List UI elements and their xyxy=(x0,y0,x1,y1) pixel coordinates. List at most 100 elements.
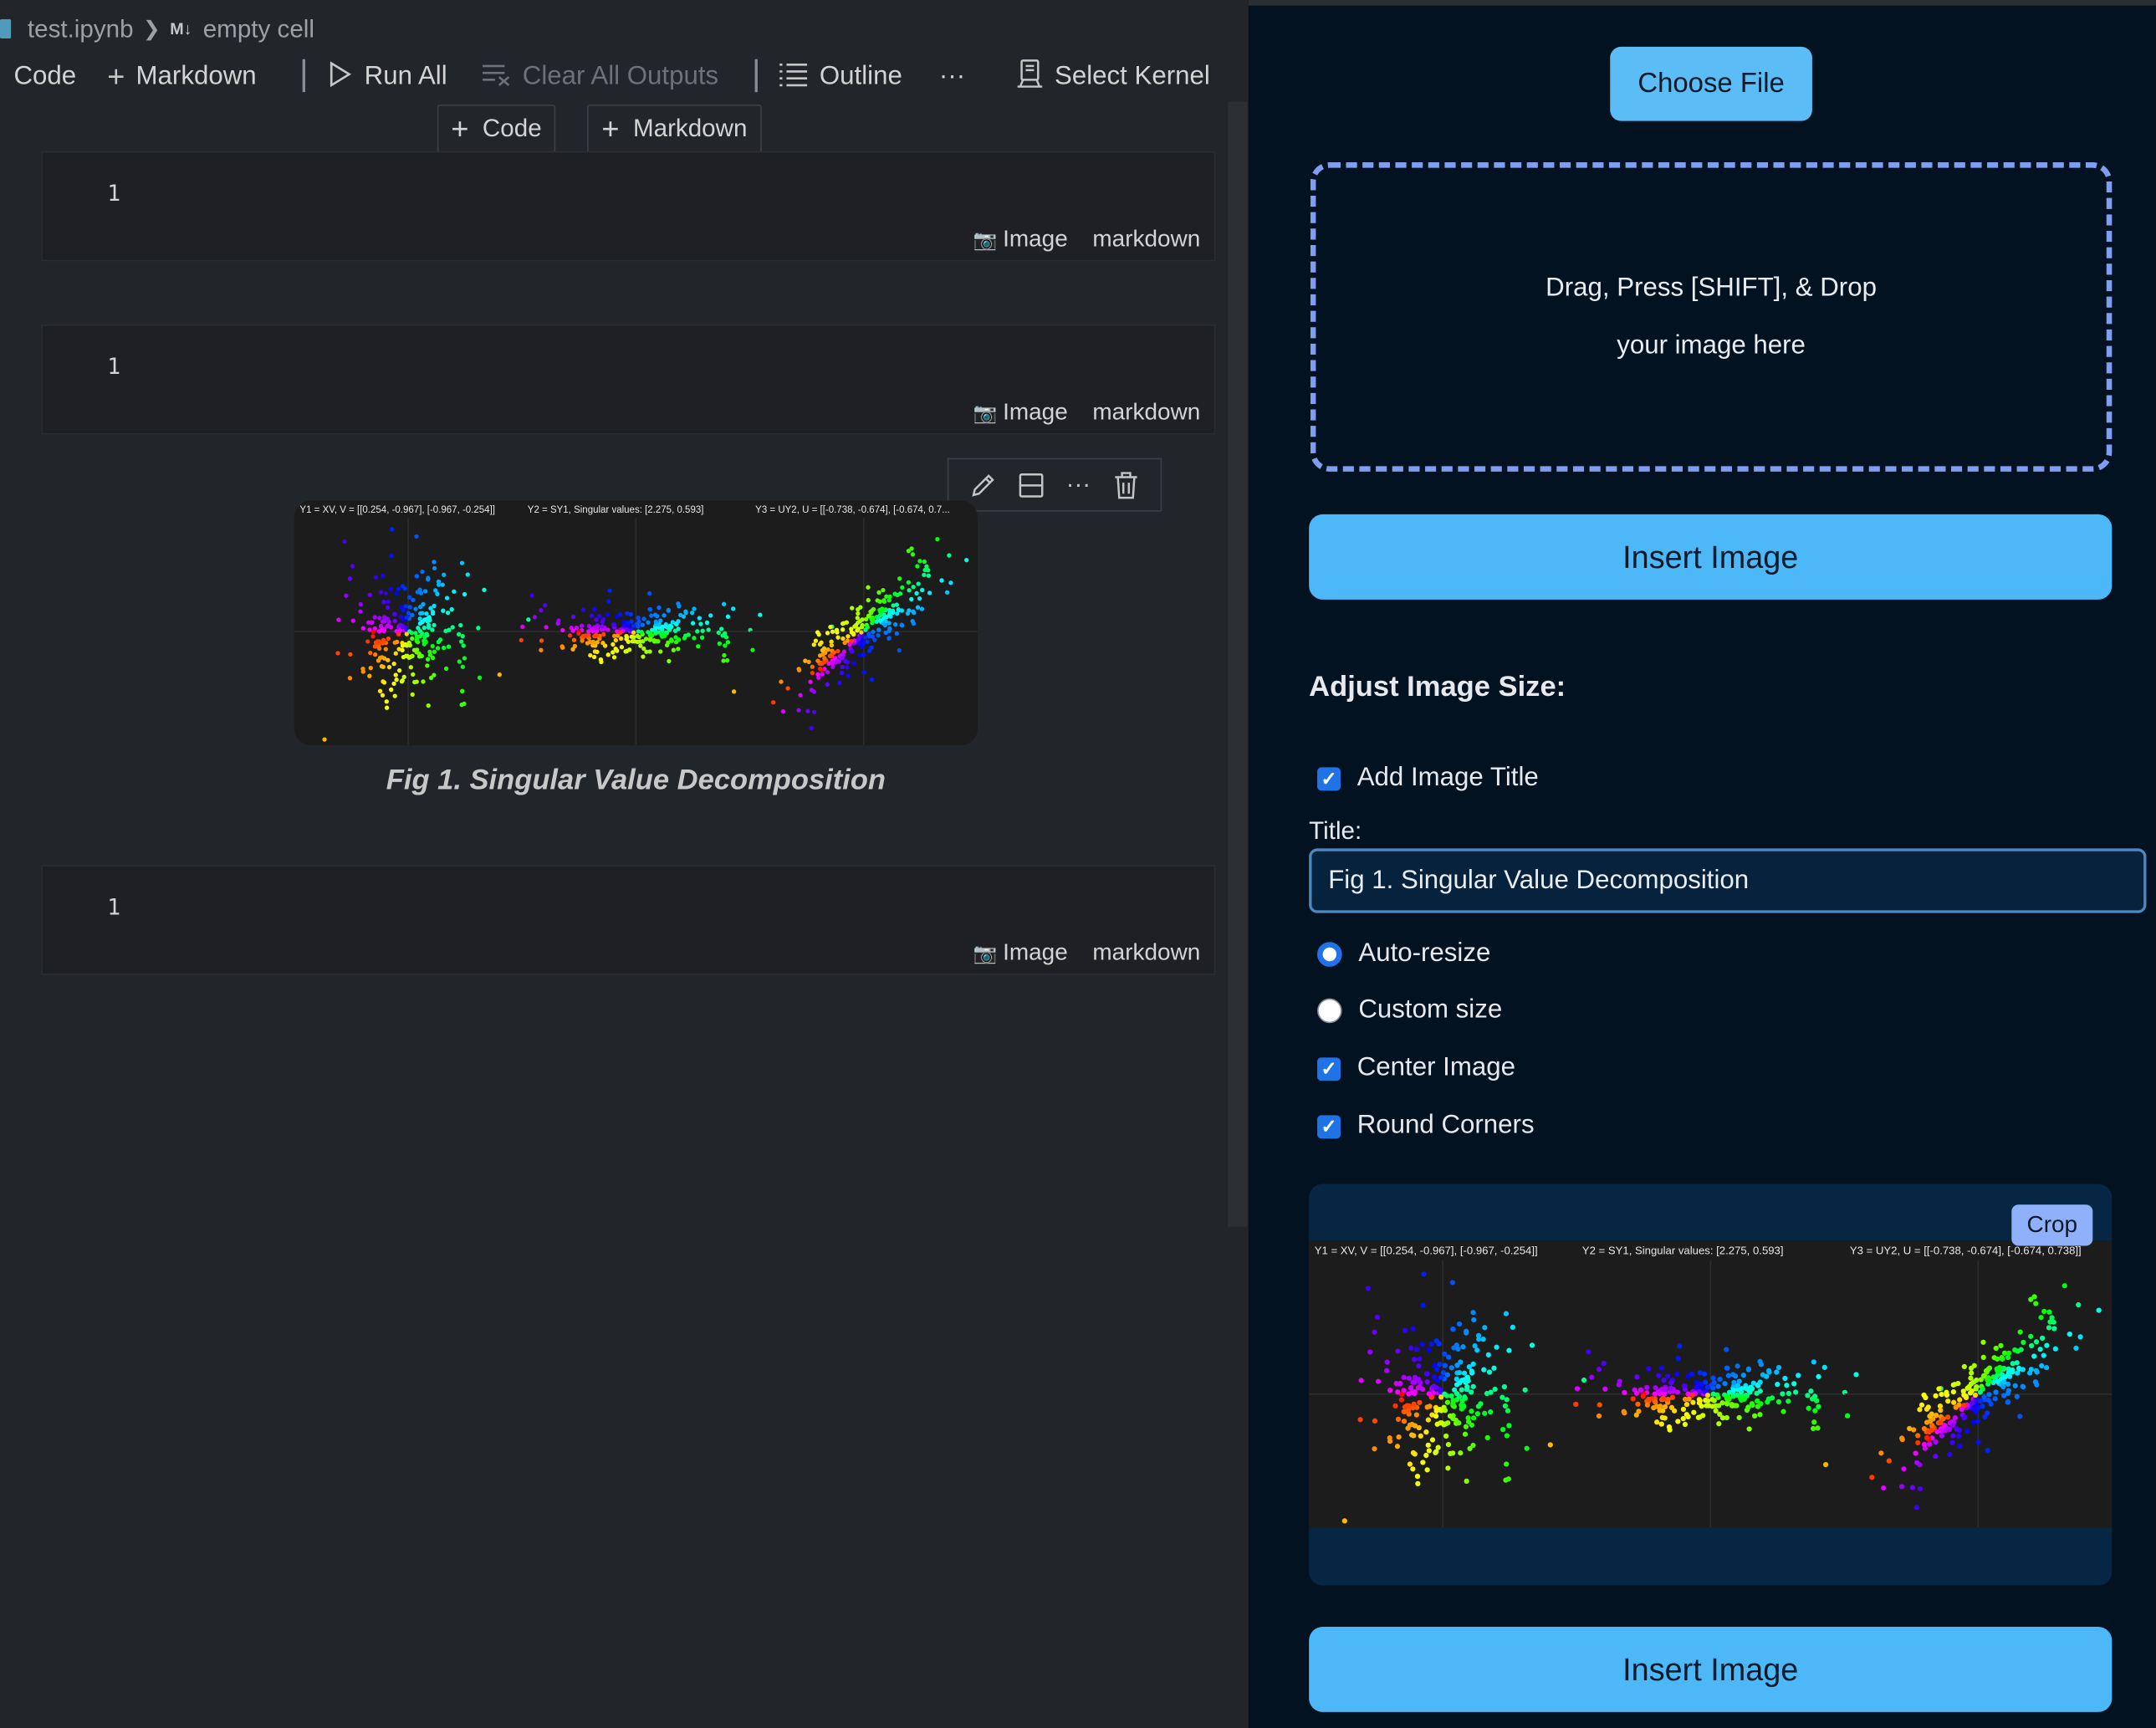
add-markdown-label: Markdown xyxy=(135,61,257,91)
scatter-point xyxy=(1815,1425,1821,1431)
custom-size-option[interactable]: Custom size xyxy=(1317,995,1502,1025)
radio-unselected-icon[interactable] xyxy=(1317,998,1342,1024)
cell-status-bar: 📷 Image markdown xyxy=(973,399,1200,427)
scatter-point xyxy=(423,639,428,644)
run-all-label: Run All xyxy=(364,61,447,91)
scatter-point xyxy=(820,647,825,653)
scatter-point xyxy=(392,618,397,624)
scatter-point xyxy=(2005,1388,2011,1393)
breadcrumb-cell[interactable]: empty cell xyxy=(203,14,314,43)
scatter-point xyxy=(1503,1311,1510,1316)
trash-icon[interactable] xyxy=(1109,468,1142,501)
scatter-point xyxy=(595,625,600,630)
image-dropzone[interactable]: Drag, Press [SHIFT], & Drop your image h… xyxy=(1310,162,2113,472)
scatter-point xyxy=(1640,1393,1646,1399)
run-all-button[interactable]: Run All xyxy=(326,60,447,93)
scatter-point xyxy=(708,613,713,618)
auto-resize-option[interactable]: Auto-resize xyxy=(1317,939,1490,969)
scatter-point xyxy=(1430,1390,1437,1396)
insert-image-button[interactable]: Insert Image xyxy=(1309,514,2113,600)
image-button[interactable]: 📷 Image xyxy=(973,939,1068,967)
scatter-point xyxy=(820,661,825,667)
breadcrumb-file[interactable]: test.ipynb xyxy=(28,14,134,43)
markdown-cell[interactable]: 1 📷 Image markdown xyxy=(41,865,1216,975)
scatter-point xyxy=(1995,1378,2000,1384)
scatter-point xyxy=(360,666,365,672)
insert-code-cell-button[interactable]: + Code xyxy=(437,104,556,153)
scatter-point xyxy=(1933,1439,1939,1445)
scatter-point xyxy=(1717,1377,1723,1383)
scatter-point xyxy=(1736,1414,1742,1421)
radio-selected-icon[interactable] xyxy=(1317,942,1342,967)
scatter-point xyxy=(1444,1372,1451,1378)
scatter-point xyxy=(1961,1363,1967,1370)
insert-markdown-cell-button[interactable]: + Markdown xyxy=(587,104,762,153)
checkbox-checked-icon[interactable]: ✓ xyxy=(1317,1056,1341,1081)
scatter-point xyxy=(611,650,616,655)
scatter-point xyxy=(796,667,802,672)
scatter-point xyxy=(697,616,702,621)
scatter-point xyxy=(1689,1371,1695,1378)
image-button[interactable]: 📷 Image xyxy=(973,226,1068,253)
scatter-point xyxy=(595,649,600,655)
scatter-point xyxy=(894,631,900,636)
clear-all-outputs-button[interactable]: Clear All Outputs xyxy=(481,62,718,92)
cell-language[interactable]: markdown xyxy=(1092,399,1200,427)
scatter-point xyxy=(593,632,598,637)
scatter-point xyxy=(605,612,611,617)
scatter-point xyxy=(435,646,441,651)
checkbox-checked-icon[interactable]: ✓ xyxy=(1317,766,1341,790)
scatter-point xyxy=(1980,1339,1986,1345)
scatter-point xyxy=(1711,1380,1717,1386)
breadcrumb: test.ipynb ❯ M↓ empty cell xyxy=(0,11,314,47)
cell-language[interactable]: markdown xyxy=(1092,226,1200,253)
insert-image-button-bottom[interactable]: Insert Image xyxy=(1309,1626,2113,1712)
crop-button[interactable]: Crop xyxy=(2011,1204,2093,1246)
scatter-point xyxy=(825,647,830,652)
scatter-point xyxy=(2052,1346,2058,1352)
scatter-point xyxy=(1651,1405,1657,1411)
center-image-option[interactable]: ✓ Center Image xyxy=(1317,1053,1515,1083)
add-title-option[interactable]: ✓ Add Image Title xyxy=(1317,763,1539,793)
scatter-point xyxy=(1463,1424,1469,1429)
outline-button[interactable]: Outline xyxy=(779,62,902,92)
scatter-point xyxy=(912,610,917,616)
image-button[interactable]: 📷 Image xyxy=(973,399,1068,427)
scatter-point xyxy=(1936,1386,1942,1392)
title-field-label: Title: xyxy=(1309,816,1362,845)
cell-language[interactable]: markdown xyxy=(1092,939,1200,967)
scatter-point xyxy=(605,652,611,657)
markdown-cell[interactable]: 1 📷 Image markdown xyxy=(41,151,1216,262)
scatter-point xyxy=(424,631,429,636)
scatter-point xyxy=(1690,1399,1696,1405)
scatter-point xyxy=(1401,1374,1407,1380)
scatter-point xyxy=(447,627,452,632)
scatter-point xyxy=(1784,1383,1790,1388)
rendered-figure-image: Y1 = XV, V = [[0.254, -0.967], [-0.967, … xyxy=(294,500,978,746)
scatter-point xyxy=(837,680,842,686)
add-code-button[interactable]: Code xyxy=(13,62,76,92)
checkbox-checked-icon[interactable]: ✓ xyxy=(1317,1114,1341,1138)
edit-pencil-icon[interactable] xyxy=(967,468,999,501)
scatter-point xyxy=(436,639,442,645)
title-input[interactable]: Fig 1. Singular Value Decomposition xyxy=(1309,848,2147,913)
round-corners-option[interactable]: ✓ Round Corners xyxy=(1317,1111,1535,1141)
scatter-point xyxy=(1821,1364,1827,1370)
split-cell-icon[interactable] xyxy=(1014,468,1047,501)
editor-scrollbar[interactable] xyxy=(1228,101,1248,1227)
choose-file-button[interactable]: Choose File xyxy=(1610,46,1812,121)
markdown-cell[interactable]: 1 📷 Image markdown xyxy=(41,325,1216,435)
plus-icon: + xyxy=(601,110,620,146)
more-horizontal-icon[interactable]: ··· xyxy=(1062,468,1095,501)
select-kernel-button[interactable]: Select Kernel xyxy=(1016,59,1210,95)
scatter-point xyxy=(1754,1390,1760,1396)
scatter-point xyxy=(811,642,816,647)
scatter-point xyxy=(380,573,386,579)
scatter-point xyxy=(1934,1413,1939,1419)
add-markdown-button[interactable]: + Markdown xyxy=(107,61,257,92)
scatter-point xyxy=(586,623,592,629)
more-actions-button[interactable]: ··· xyxy=(939,62,965,92)
scatter-point xyxy=(1505,1408,1511,1414)
scatter-point xyxy=(1411,1401,1417,1407)
scatter-point xyxy=(571,637,577,642)
